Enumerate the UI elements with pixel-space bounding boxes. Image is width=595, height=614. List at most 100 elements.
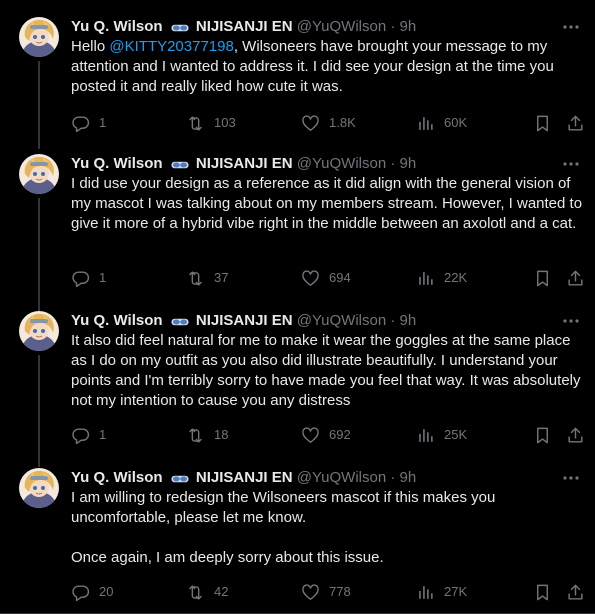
retweet-count: 18 bbox=[214, 427, 229, 442]
separator-dot: · bbox=[390, 155, 396, 172]
thread-connector-line bbox=[38, 198, 40, 311]
like-button[interactable]: 1.8K bbox=[301, 113, 356, 133]
like-button[interactable]: 778 bbox=[301, 582, 351, 602]
display-name-affiliation[interactable]: NIJISANJI EN bbox=[196, 18, 293, 35]
timestamp[interactable]: 9h bbox=[400, 312, 417, 329]
display-name[interactable]: Yu Q. Wilson bbox=[71, 18, 163, 35]
more-options-icon[interactable] bbox=[561, 17, 581, 37]
display-name-affiliation[interactable]: NIJISANJI EN bbox=[196, 469, 293, 486]
thread-connector-line bbox=[38, 61, 40, 149]
reply-button[interactable]: 1 bbox=[71, 425, 106, 445]
heart-icon bbox=[301, 269, 320, 288]
more-options-icon[interactable] bbox=[561, 154, 581, 174]
analytics-icon bbox=[416, 114, 435, 133]
retweet-button[interactable]: 103 bbox=[186, 113, 236, 133]
avatar[interactable] bbox=[19, 17, 59, 57]
bookmark-icon bbox=[533, 114, 552, 133]
bookmark-button[interactable] bbox=[533, 582, 552, 602]
avatar-image bbox=[19, 468, 59, 508]
bookmark-button[interactable] bbox=[533, 113, 552, 133]
reply-count: 1 bbox=[99, 427, 107, 442]
retweet-icon bbox=[186, 114, 205, 133]
goggles-emoji-icon bbox=[171, 160, 189, 170]
view-count: 25K bbox=[444, 427, 468, 442]
tweet-thread: Yu Q. Wilson NIJISANJI EN @YuQWilson · 9… bbox=[0, 0, 595, 614]
bookmark-button[interactable] bbox=[533, 268, 552, 288]
reply-icon bbox=[71, 583, 90, 602]
share-button[interactable] bbox=[566, 268, 585, 288]
more-options-icon[interactable] bbox=[561, 311, 581, 331]
user-handle[interactable]: @YuQWilson bbox=[297, 155, 386, 172]
reply-button[interactable]: 1 bbox=[71, 268, 106, 288]
avatar-image bbox=[19, 154, 59, 194]
reply-count: 1 bbox=[99, 115, 107, 130]
reply-button[interactable]: 20 bbox=[71, 582, 113, 602]
reply-icon bbox=[71, 114, 90, 133]
separator-dot: · bbox=[390, 312, 396, 329]
more-options-icon[interactable] bbox=[561, 468, 581, 488]
like-button[interactable]: 694 bbox=[301, 268, 351, 288]
separator-dot: · bbox=[390, 18, 396, 35]
avatar[interactable] bbox=[19, 154, 59, 194]
views-button[interactable]: 27K bbox=[416, 582, 467, 602]
like-count: 694 bbox=[329, 270, 351, 285]
timestamp[interactable]: 9h bbox=[400, 469, 417, 486]
views-button[interactable]: 22K bbox=[416, 268, 467, 288]
display-name-affiliation[interactable]: NIJISANJI EN bbox=[196, 312, 293, 329]
tweet-paragraph: I am willing to redesign the Wilsoneers … bbox=[71, 489, 496, 526]
analytics-icon bbox=[416, 583, 435, 602]
tweet-4[interactable]: Yu Q. Wilson NIJISANJI EN @YuQWilson · 9… bbox=[0, 468, 595, 604]
share-icon bbox=[566, 269, 585, 288]
heart-icon bbox=[301, 426, 320, 445]
views-button[interactable]: 25K bbox=[416, 425, 467, 445]
share-icon bbox=[566, 114, 585, 133]
tweet-header: Yu Q. Wilson NIJISANJI EN @YuQWilson · 9… bbox=[71, 311, 416, 331]
tweet-3[interactable]: Yu Q. Wilson NIJISANJI EN @YuQWilson · 9… bbox=[0, 311, 595, 467]
user-handle[interactable]: @YuQWilson bbox=[297, 469, 386, 486]
heart-icon bbox=[301, 583, 320, 602]
share-button[interactable] bbox=[566, 582, 585, 602]
timestamp[interactable]: 9h bbox=[400, 18, 417, 35]
mention-link[interactable]: @KITTY20377198 bbox=[109, 38, 233, 55]
share-button[interactable] bbox=[566, 113, 585, 133]
display-name-affiliation[interactable]: NIJISANJI EN bbox=[196, 155, 293, 172]
goggles-emoji-icon bbox=[171, 317, 189, 327]
tweet-2[interactable]: Yu Q. Wilson NIJISANJI EN @YuQWilson · 9… bbox=[0, 154, 595, 311]
retweet-icon bbox=[186, 269, 205, 288]
display-name[interactable]: Yu Q. Wilson bbox=[71, 469, 163, 486]
tweet-actions: 20 42 778 27K bbox=[71, 582, 591, 602]
bookmark-button[interactable] bbox=[533, 425, 552, 445]
like-button[interactable]: 692 bbox=[301, 425, 351, 445]
like-count: 778 bbox=[329, 584, 351, 599]
tweet-paragraph: Once again, I am deeply sorry about this… bbox=[71, 549, 384, 566]
retweet-button[interactable]: 18 bbox=[186, 425, 228, 445]
separator-dot: · bbox=[390, 469, 396, 486]
tweet-header: Yu Q. Wilson NIJISANJI EN @YuQWilson · 9… bbox=[71, 468, 416, 488]
reply-button[interactable]: 1 bbox=[71, 113, 106, 133]
bookmark-icon bbox=[533, 583, 552, 602]
user-handle[interactable]: @YuQWilson bbox=[297, 18, 386, 35]
tweet-text: Hello @KITTY20377198, Wilsoneers have br… bbox=[71, 37, 587, 97]
tweet-text: It also did feel natural for me to make … bbox=[71, 331, 587, 411]
avatar[interactable] bbox=[19, 311, 59, 351]
views-button[interactable]: 60K bbox=[416, 113, 467, 133]
retweet-button[interactable]: 42 bbox=[186, 582, 228, 602]
share-button[interactable] bbox=[566, 425, 585, 445]
timestamp[interactable]: 9h bbox=[400, 155, 417, 172]
like-count: 692 bbox=[329, 427, 351, 442]
reply-icon bbox=[71, 426, 90, 445]
tweet-1[interactable]: Yu Q. Wilson NIJISANJI EN @YuQWilson · 9… bbox=[0, 17, 595, 149]
retweet-count: 37 bbox=[214, 270, 229, 285]
avatar[interactable] bbox=[19, 468, 59, 508]
share-icon bbox=[566, 583, 585, 602]
user-handle[interactable]: @YuQWilson bbox=[297, 312, 386, 329]
display-name[interactable]: Yu Q. Wilson bbox=[71, 312, 163, 329]
tweet-header: Yu Q. Wilson NIJISANJI EN @YuQWilson · 9… bbox=[71, 17, 416, 37]
avatar-image bbox=[19, 17, 59, 57]
retweet-button[interactable]: 37 bbox=[186, 268, 228, 288]
goggles-emoji-icon bbox=[171, 23, 189, 33]
analytics-icon bbox=[416, 426, 435, 445]
tweet-text: I did use your design as a reference as … bbox=[71, 174, 587, 234]
avatar-image bbox=[19, 311, 59, 351]
display-name[interactable]: Yu Q. Wilson bbox=[71, 155, 163, 172]
